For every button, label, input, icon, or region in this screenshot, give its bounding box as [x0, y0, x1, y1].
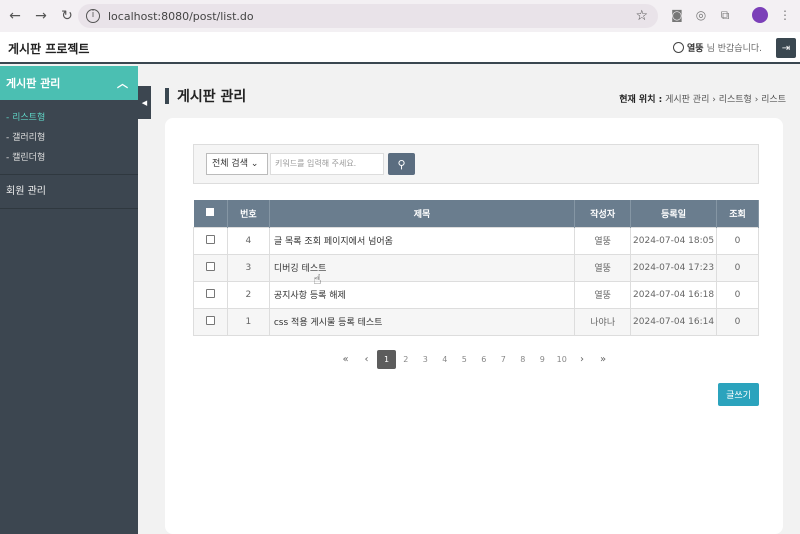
sidebar-item-gallery[interactable]: - 갤러리형 [6, 128, 138, 148]
page-4[interactable]: 4 [435, 350, 455, 369]
row-views: 0 [716, 253, 759, 282]
sidebar-item-member[interactable]: 회원 관리 [0, 175, 138, 209]
row-views: 0 [716, 226, 759, 255]
last-page-icon[interactable]: » [593, 350, 614, 369]
row-date: 2024-07-04 18:05 [630, 226, 718, 255]
row-title-link[interactable]: 글 목록 조회 페이지에서 넘어옴 [268, 226, 576, 255]
header-checkbox[interactable] [193, 200, 228, 227]
search-icon: ⚲ [397, 157, 406, 171]
row-date: 2024-07-04 16:18 [630, 280, 718, 309]
row-checkbox[interactable] [193, 280, 228, 309]
post-table: 번호 제목 작성자 등록일 조회 4 글 목록 조회 페이지에서 넘어옴 열뚱 … [193, 200, 759, 336]
user-icon [673, 42, 685, 53]
back-icon[interactable]: ← [4, 5, 26, 27]
page-3[interactable]: 3 [416, 350, 436, 369]
app-header: 게시판 프로젝트 열뚱 님 반갑습니다. ⇥ [0, 32, 800, 64]
table-row[interactable]: 1 css 적용 게시물 등록 테스트 나야나 2024-07-04 16:14… [193, 307, 759, 336]
search-type-select[interactable]: 전체 검색 ⌄ [206, 153, 268, 175]
title-bar [165, 88, 169, 104]
header-views: 조회 [716, 200, 759, 227]
pagination: « ‹ 1 2 3 4 5 6 7 8 9 10 › » [335, 350, 614, 369]
brand-title: 게시판 프로젝트 [8, 42, 90, 56]
header-title: 제목 [269, 200, 576, 227]
write-button[interactable]: 글쓰기 [718, 383, 759, 406]
breadcrumb: 현재 위치 : 게시판 관리 › 리스트형 › 리스트 [619, 95, 786, 105]
page-10[interactable]: 10 [552, 350, 572, 369]
sidebar-section-board[interactable]: 게시판 관리 ︿ [0, 66, 138, 100]
page-6[interactable]: 6 [474, 350, 494, 369]
page-7[interactable]: 7 [494, 350, 514, 369]
row-date: 2024-07-04 16:14 [630, 307, 718, 336]
row-checkbox[interactable] [193, 226, 228, 255]
hand-cursor-icon: ☝ [313, 272, 322, 288]
page-5[interactable]: 5 [455, 350, 475, 369]
page-8[interactable]: 8 [513, 350, 533, 369]
browser-toolbar: ← → ↻ i localhost:8080/post/list.do ☆ ◙ … [0, 0, 800, 32]
next-page-icon[interactable]: › [572, 350, 593, 369]
header-no: 번호 [227, 200, 270, 227]
row-author: 열뚱 [574, 280, 632, 309]
row-no: 1 [226, 307, 270, 336]
user-name: 열뚱 [687, 44, 704, 54]
row-views: 0 [716, 307, 759, 336]
page-2[interactable]: 2 [396, 350, 416, 369]
header-author: 작성자 [574, 200, 632, 227]
row-views: 0 [716, 280, 759, 309]
camera-icon[interactable]: ◙ [668, 6, 686, 24]
page-9[interactable]: 9 [533, 350, 553, 369]
page-1[interactable]: 1 [377, 350, 396, 369]
search-button[interactable]: ⚲ [388, 153, 415, 175]
row-no: 2 [226, 280, 270, 309]
row-author: 열뚱 [574, 226, 632, 255]
row-checkbox[interactable] [193, 307, 228, 336]
chevron-up-icon: ︿ [117, 77, 128, 90]
sidebar-submenu: - 리스트형 - 갤러리형 - 캘린더형 [0, 100, 138, 175]
page-title: 게시판 관리 [165, 86, 246, 106]
row-title-link[interactable]: css 적용 게시물 등록 테스트 [268, 307, 576, 336]
row-date: 2024-07-04 17:23 [630, 253, 718, 282]
profile-avatar[interactable] [752, 7, 768, 23]
table-row[interactable]: 3 디버깅 테스트 열뚱 2024-07-04 17:23 0 [193, 253, 759, 282]
sidebar-section-label: 게시판 관리 [6, 77, 61, 90]
url-text: localhost:8080/post/list.do [108, 9, 254, 23]
search-input[interactable]: 키워드를 입력해 주세요. [270, 153, 384, 175]
forward-icon[interactable]: → [30, 5, 52, 27]
row-checkbox[interactable] [193, 253, 228, 282]
logout-button[interactable]: ⇥ [776, 38, 796, 58]
sidebar-toggle[interactable]: ◀ [138, 86, 151, 119]
prev-page-icon[interactable]: ‹ [356, 350, 377, 369]
sidebar-item-list[interactable]: - 리스트형 [6, 108, 138, 128]
menu-icon[interactable]: ⋮ [776, 6, 794, 24]
bookmark-star-icon[interactable]: ☆ [635, 8, 648, 24]
user-greeting: 열뚱 님 반갑습니다. [673, 41, 762, 54]
first-page-icon[interactable]: « [335, 350, 356, 369]
table-row[interactable]: 2 공지사항 등록 해제 열뚱 2024-07-04 16:18 0 [193, 280, 759, 309]
row-author: 열뚱 [574, 253, 632, 282]
header-date: 등록일 [630, 200, 718, 227]
puzzle-icon[interactable]: ⧉ [716, 6, 734, 24]
table-row[interactable]: 4 글 목록 조회 페이지에서 넘어옴 열뚱 2024-07-04 18:05 … [193, 226, 759, 255]
content-card: 전체 검색 ⌄ 키워드를 입력해 주세요. ⚲ 번호 제목 작성자 등록일 조회… [165, 118, 783, 534]
row-author: 나야나 [574, 307, 632, 336]
greeting-text: 님 반갑습니다. [706, 44, 762, 54]
sidebar: 게시판 관리 ︿ - 리스트형 - 갤러리형 - 캘린더형 회원 관리 [0, 66, 138, 534]
site-info-icon[interactable]: i [86, 9, 100, 23]
address-bar[interactable]: i localhost:8080/post/list.do ☆ [78, 4, 658, 28]
extension-icon[interactable]: ◎ [692, 6, 710, 24]
sidebar-item-calendar[interactable]: - 캘린더형 [6, 148, 138, 168]
search-bar: 전체 검색 ⌄ 키워드를 입력해 주세요. ⚲ [193, 144, 759, 184]
reload-icon[interactable]: ↻ [56, 5, 78, 27]
row-no: 3 [226, 253, 270, 282]
row-no: 4 [226, 226, 270, 255]
